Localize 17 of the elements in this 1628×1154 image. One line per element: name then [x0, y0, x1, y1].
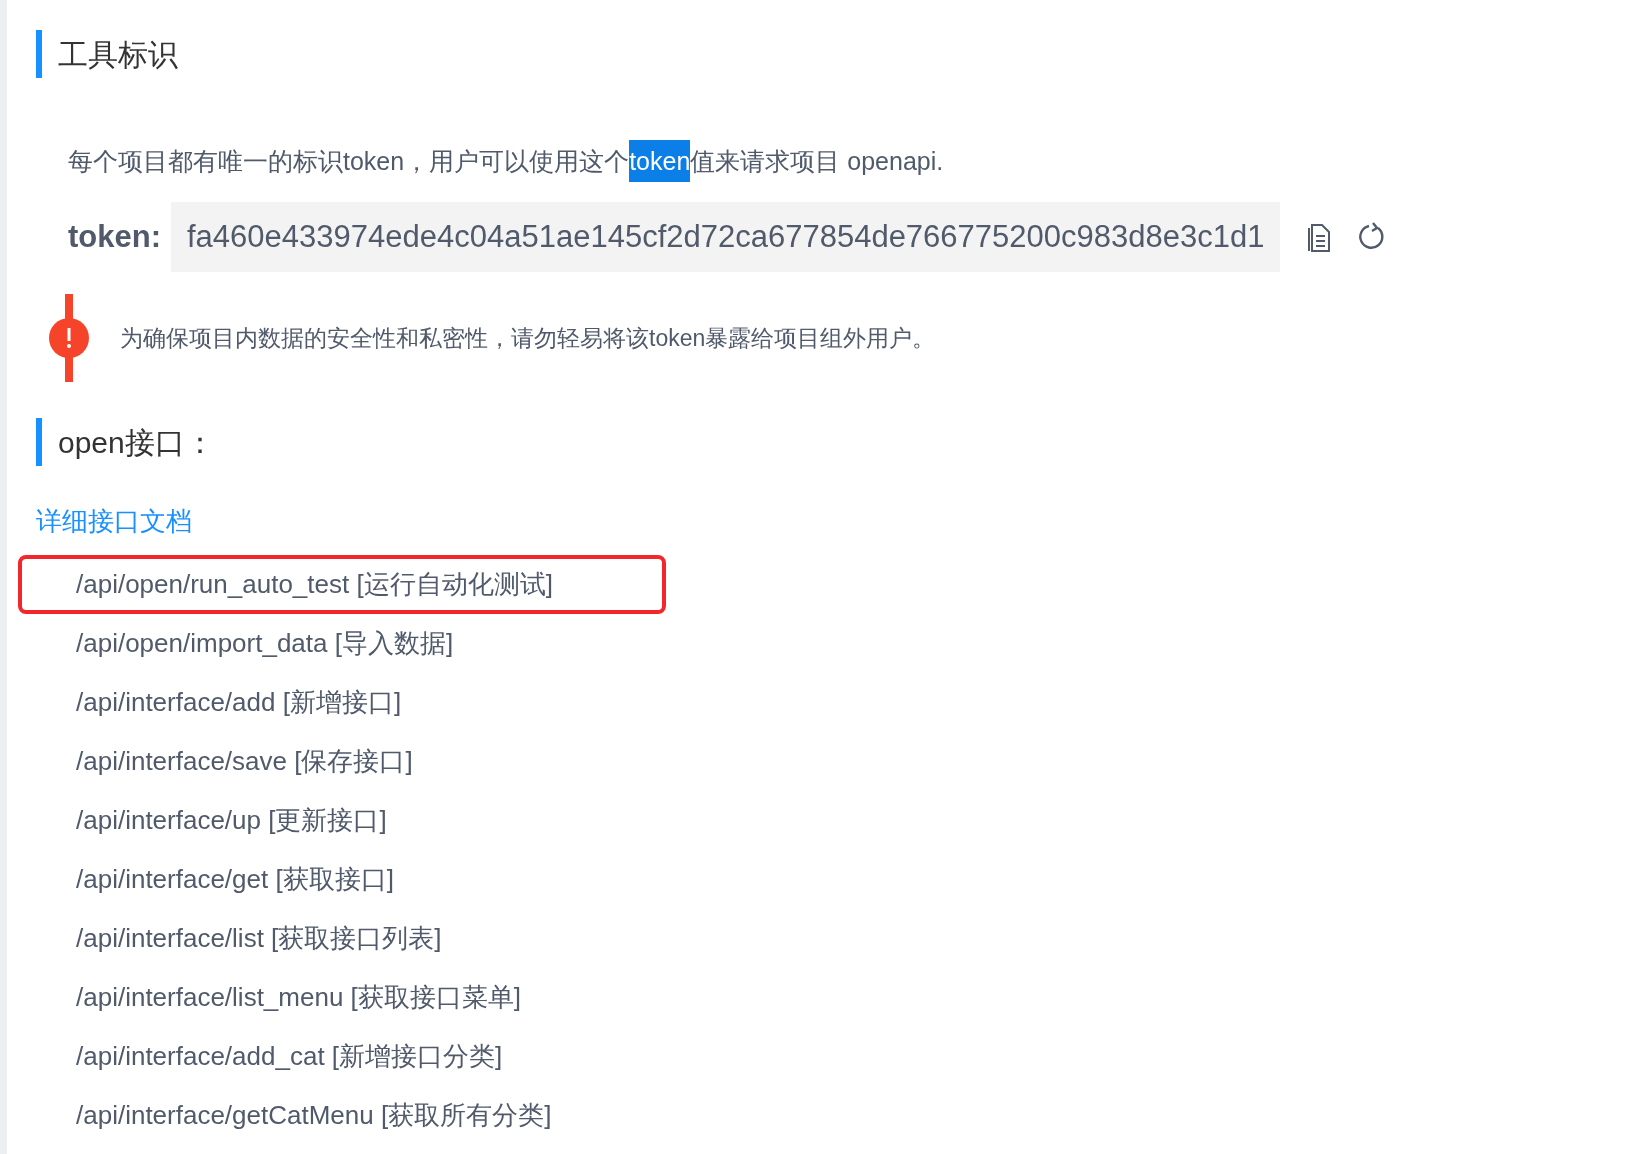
- token-label: token:: [68, 217, 161, 256]
- endpoint-item: /api/open/import_data [导入数据]: [75, 627, 454, 660]
- endpoint-item: /api/interface/list_menu [获取接口菜单]: [75, 981, 522, 1014]
- section-title: 工具标识: [58, 36, 178, 73]
- endpoint-item: /api/interface/list [获取接口列表]: [75, 922, 442, 955]
- warning-icon: [48, 294, 90, 382]
- endpoint-item: /api/interface/add [新增接口]: [75, 686, 402, 719]
- doc-link[interactable]: 详细接口文档: [36, 502, 192, 541]
- token-field: fa460e433974ede4c04a51ae145cf2d72ca677854de766775200c983d8e3c1d1: [171, 202, 1281, 272]
- endpoint-item: /api/open/run_auto_test [运行自动化测试]: [18, 555, 666, 614]
- endpoint-item: /api/interface/up [更新接口]: [75, 804, 387, 837]
- section-title: open接口：: [58, 424, 215, 461]
- endpoint-item: /api/interface/add_cat [新增接口分类]: [75, 1040, 503, 1073]
- endpoint-item: /api/interface/getCatMenu [获取所有分类]: [75, 1099, 552, 1132]
- endpoint-item: /api/interface/get [获取接口]: [75, 863, 394, 896]
- warning-text: 为确保项目内数据的安全性和私密性，请勿轻易将该token暴露给项目组外用户。: [120, 323, 936, 353]
- endpoint-item: /api/interface/save [保存接口]: [75, 745, 413, 778]
